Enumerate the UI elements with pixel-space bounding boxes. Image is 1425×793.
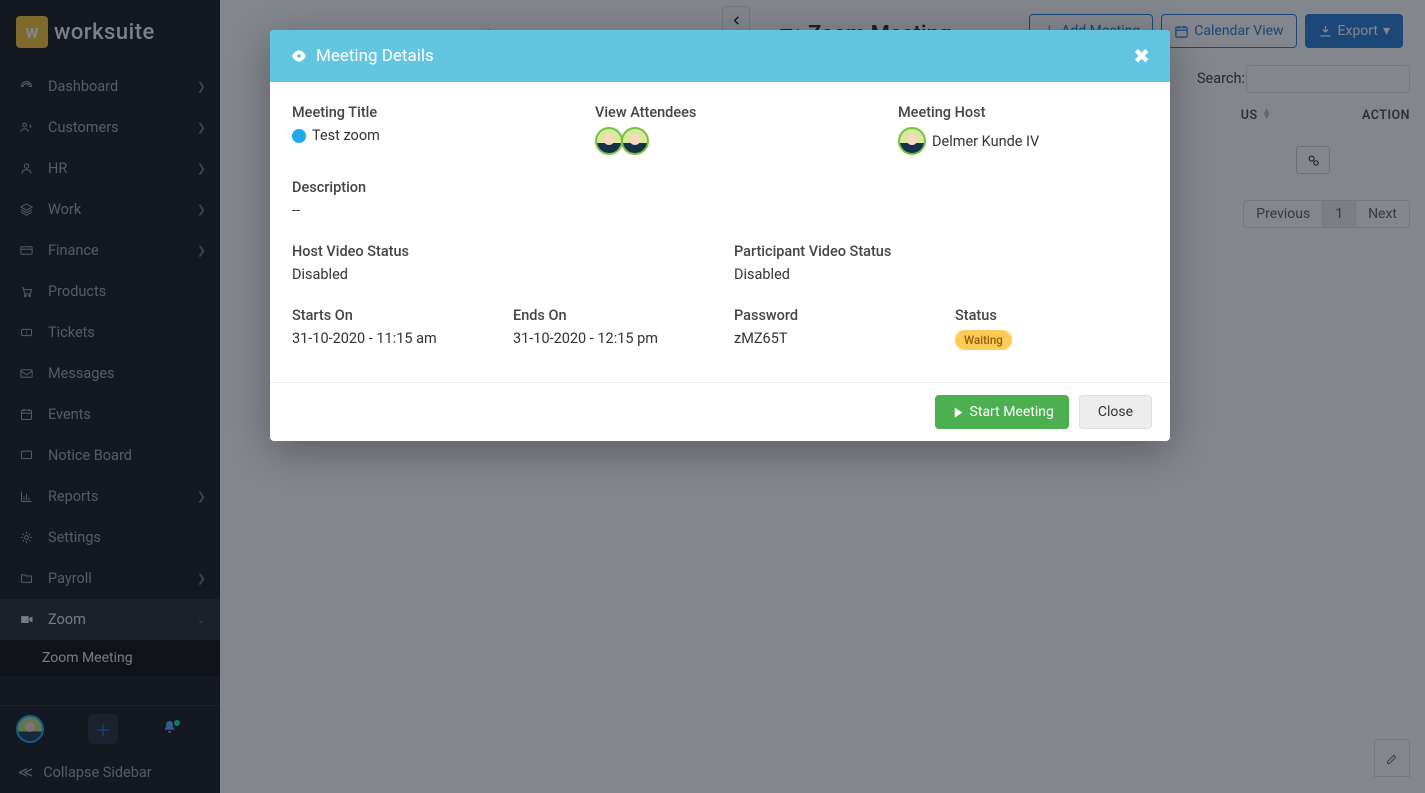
start-meeting-label: Start Meeting: [970, 404, 1054, 420]
password-label: Password: [734, 307, 927, 324]
modal-footer: Start Meeting Close: [270, 382, 1170, 441]
participant-video-label: Participant Video Status: [734, 243, 1148, 260]
status-badge: Waiting: [955, 330, 1012, 350]
ends-on-value: 31-10-2020 - 12:15 pm: [513, 330, 706, 347]
starts-on-value: 31-10-2020 - 11:15 am: [292, 330, 485, 347]
close-button[interactable]: Close: [1079, 395, 1152, 429]
attendee-avatar[interactable]: [621, 127, 649, 155]
play-icon: [950, 405, 965, 420]
description-label: Description: [292, 179, 1148, 196]
host-video-label: Host Video Status: [292, 243, 706, 260]
meeting-details-modal: Meeting Details ✖ Meeting Title Test zoo…: [270, 30, 1170, 441]
meeting-title-label: Meeting Title: [292, 104, 567, 121]
host-value: Delmer Kunde IV: [898, 127, 1148, 155]
meeting-title-value: Test zoom: [292, 127, 567, 144]
password-value: zMZ65T: [734, 330, 927, 347]
host-label: Meeting Host: [898, 104, 1148, 121]
modal-title: Meeting Details: [316, 46, 434, 66]
host-avatar[interactable]: [898, 127, 926, 155]
attendee-avatar[interactable]: [595, 127, 623, 155]
start-meeting-button[interactable]: Start Meeting: [935, 395, 1069, 429]
ends-on-label: Ends On: [513, 307, 706, 324]
description-value: --: [292, 202, 1148, 219]
modal-close-button[interactable]: ✖: [1133, 44, 1150, 68]
modal-body: Meeting Title Test zoom View Attendees M…: [270, 82, 1170, 382]
host-video-value: Disabled: [292, 266, 706, 283]
starts-on-label: Starts On: [292, 307, 485, 324]
modal-header: Meeting Details ✖: [270, 30, 1170, 82]
status-label: Status: [955, 307, 1148, 324]
eye-icon: [290, 47, 308, 65]
attendees-value: [595, 127, 870, 155]
attendees-label: View Attendees: [595, 104, 870, 121]
status-dot-icon: [292, 129, 306, 143]
participant-video-value: Disabled: [734, 266, 1148, 283]
